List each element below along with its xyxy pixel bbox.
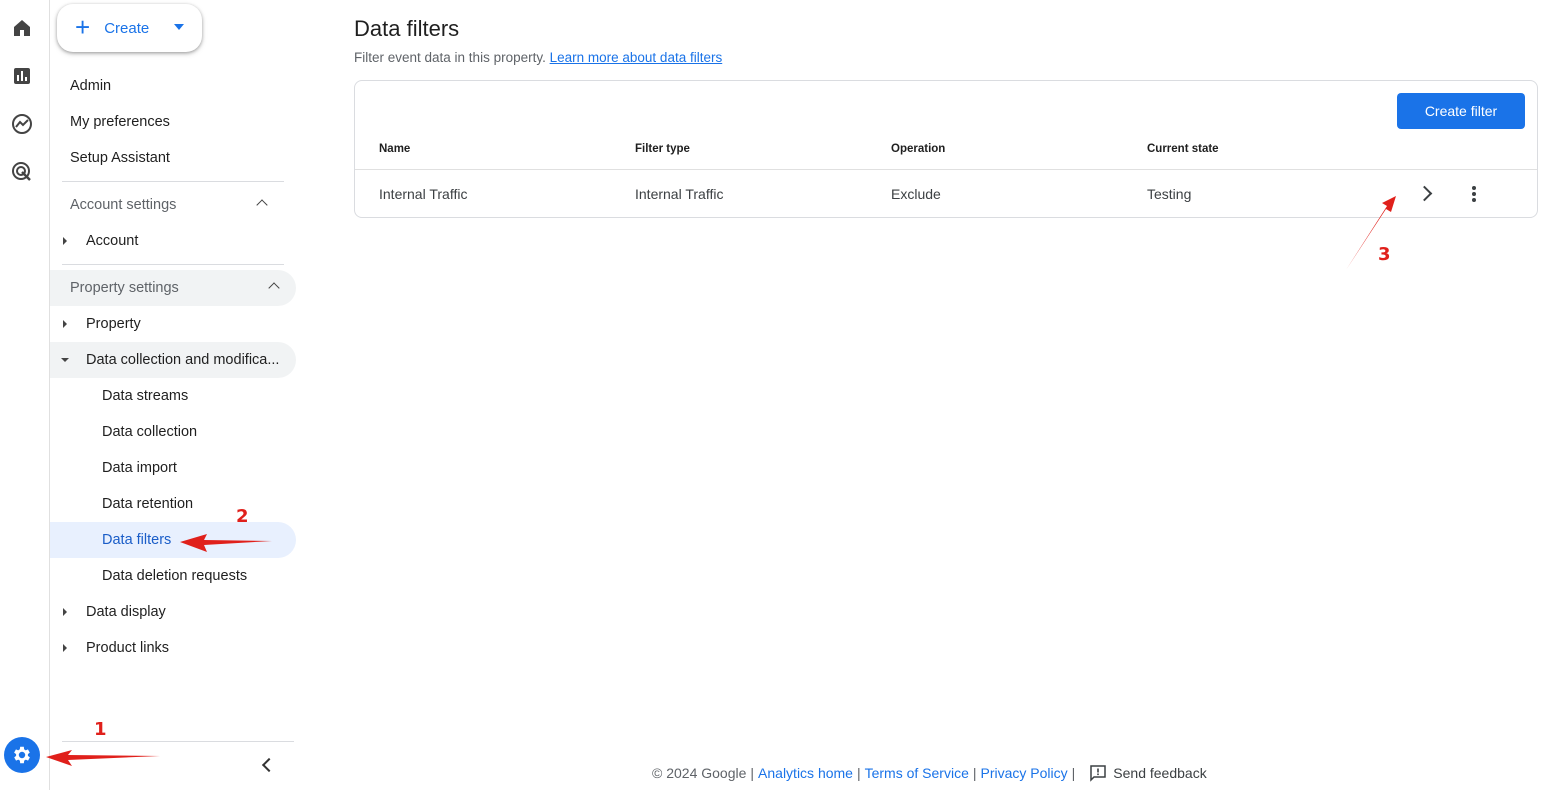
nav-item-data-collection-and-modification[interactable]: Data collection and modifica...	[50, 342, 296, 378]
column-header-current-state[interactable]: Current state	[1147, 143, 1219, 155]
divider	[62, 181, 284, 182]
nav-item-data-streams[interactable]: Data streams	[50, 378, 296, 414]
nav-item-data-deletion-requests[interactable]: Data deletion requests	[50, 558, 296, 594]
reports-icon[interactable]	[10, 64, 34, 88]
create-button[interactable]: + Create	[57, 4, 202, 52]
collapse-arrow-icon	[61, 358, 69, 362]
explore-icon[interactable]	[10, 112, 34, 136]
nav-item-property[interactable]: Property	[50, 306, 296, 342]
cell-operation: Exclude	[891, 186, 941, 202]
nav-item-admin[interactable]: Admin	[50, 68, 290, 104]
learn-more-link[interactable]: Learn more about data filters	[550, 50, 723, 65]
cell-filter-type: Internal Traffic	[635, 186, 724, 202]
annotation-number-1: 1	[94, 719, 107, 740]
plus-icon: +	[75, 11, 91, 42]
section-account-settings[interactable]: Account settings	[50, 187, 284, 223]
nav-item-my-preferences[interactable]: My preferences	[50, 104, 290, 140]
table-row[interactable]: Internal Traffic Internal Traffic Exclud…	[355, 169, 1537, 217]
footer-link-privacy[interactable]: Privacy Policy	[981, 765, 1068, 781]
expand-arrow-icon	[63, 320, 67, 328]
nav-item-account[interactable]: Account	[50, 223, 296, 259]
column-header-filter-type[interactable]: Filter type	[635, 143, 690, 155]
nav-item-data-collection[interactable]: Data collection	[50, 414, 296, 450]
home-icon[interactable]	[10, 16, 34, 40]
gear-icon[interactable]	[4, 737, 40, 773]
expand-arrow-icon	[63, 237, 67, 245]
subtitle-text: Filter event data in this property.	[354, 50, 546, 65]
nav-item-data-filters[interactable]: Data filters	[50, 522, 296, 558]
page-subtitle: Filter event data in this property. Lear…	[354, 50, 722, 65]
nav-item-label: Product links	[86, 640, 170, 656]
nav-item-data-display[interactable]: Data display	[50, 594, 296, 630]
section-label: Property settings	[70, 280, 179, 296]
column-header-operation[interactable]: Operation	[891, 143, 945, 155]
copyright: © 2024 Google	[652, 765, 747, 781]
divider	[62, 264, 284, 265]
left-rail	[0, 0, 50, 790]
column-header-name[interactable]: Name	[379, 143, 410, 155]
nav-item-label: Account	[86, 233, 139, 249]
expand-arrow-icon	[63, 644, 67, 652]
send-feedback-button[interactable]: Send feedback	[1089, 764, 1207, 782]
cell-current-state: Testing	[1147, 186, 1192, 202]
create-filter-button[interactable]: Create filter	[1397, 93, 1525, 129]
chevron-up-icon	[268, 282, 280, 294]
nav-item-product-links[interactable]: Product links	[50, 630, 296, 666]
nav-item-label: Property	[86, 316, 141, 332]
more-vert-icon[interactable]	[1472, 186, 1476, 202]
divider	[62, 741, 294, 742]
nav-item-setup-assistant[interactable]: Setup Assistant	[50, 140, 290, 176]
send-feedback-label: Send feedback	[1113, 765, 1207, 781]
section-label: Account settings	[70, 197, 177, 213]
page-title: Data filters	[354, 16, 460, 41]
advertising-icon[interactable]	[10, 160, 34, 184]
footer-link-terms[interactable]: Terms of Service	[865, 765, 969, 781]
feedback-icon	[1090, 765, 1107, 782]
section-property-settings[interactable]: Property settings	[50, 270, 296, 306]
nav-item-label: Data display	[86, 604, 166, 620]
data-filters-table: Create filter Name Filter type Operation…	[354, 80, 1538, 218]
nav-item-data-import[interactable]: Data import	[50, 450, 296, 486]
annotation-number-3: 3	[1378, 244, 1391, 265]
footer-link-analytics-home[interactable]: Analytics home	[758, 765, 853, 781]
cell-name: Internal Traffic	[379, 186, 468, 202]
collapse-nav-chevron-icon[interactable]	[261, 757, 277, 773]
nav-item-label: Data collection and modifica...	[86, 352, 280, 368]
expand-arrow-icon	[63, 608, 67, 616]
footer: © 2024 Google | Analytics home | Terms o…	[652, 764, 1207, 782]
admin-nav: + Create Admin My preferences Setup Assi…	[50, 0, 302, 790]
create-label: Create	[104, 19, 150, 37]
annotation-number-2: 2	[236, 506, 249, 527]
chevron-right-icon[interactable]	[1416, 185, 1433, 202]
chevron-up-icon	[256, 199, 268, 211]
nav-item-data-retention[interactable]: Data retention	[50, 486, 296, 522]
caret-down-icon	[174, 24, 184, 30]
